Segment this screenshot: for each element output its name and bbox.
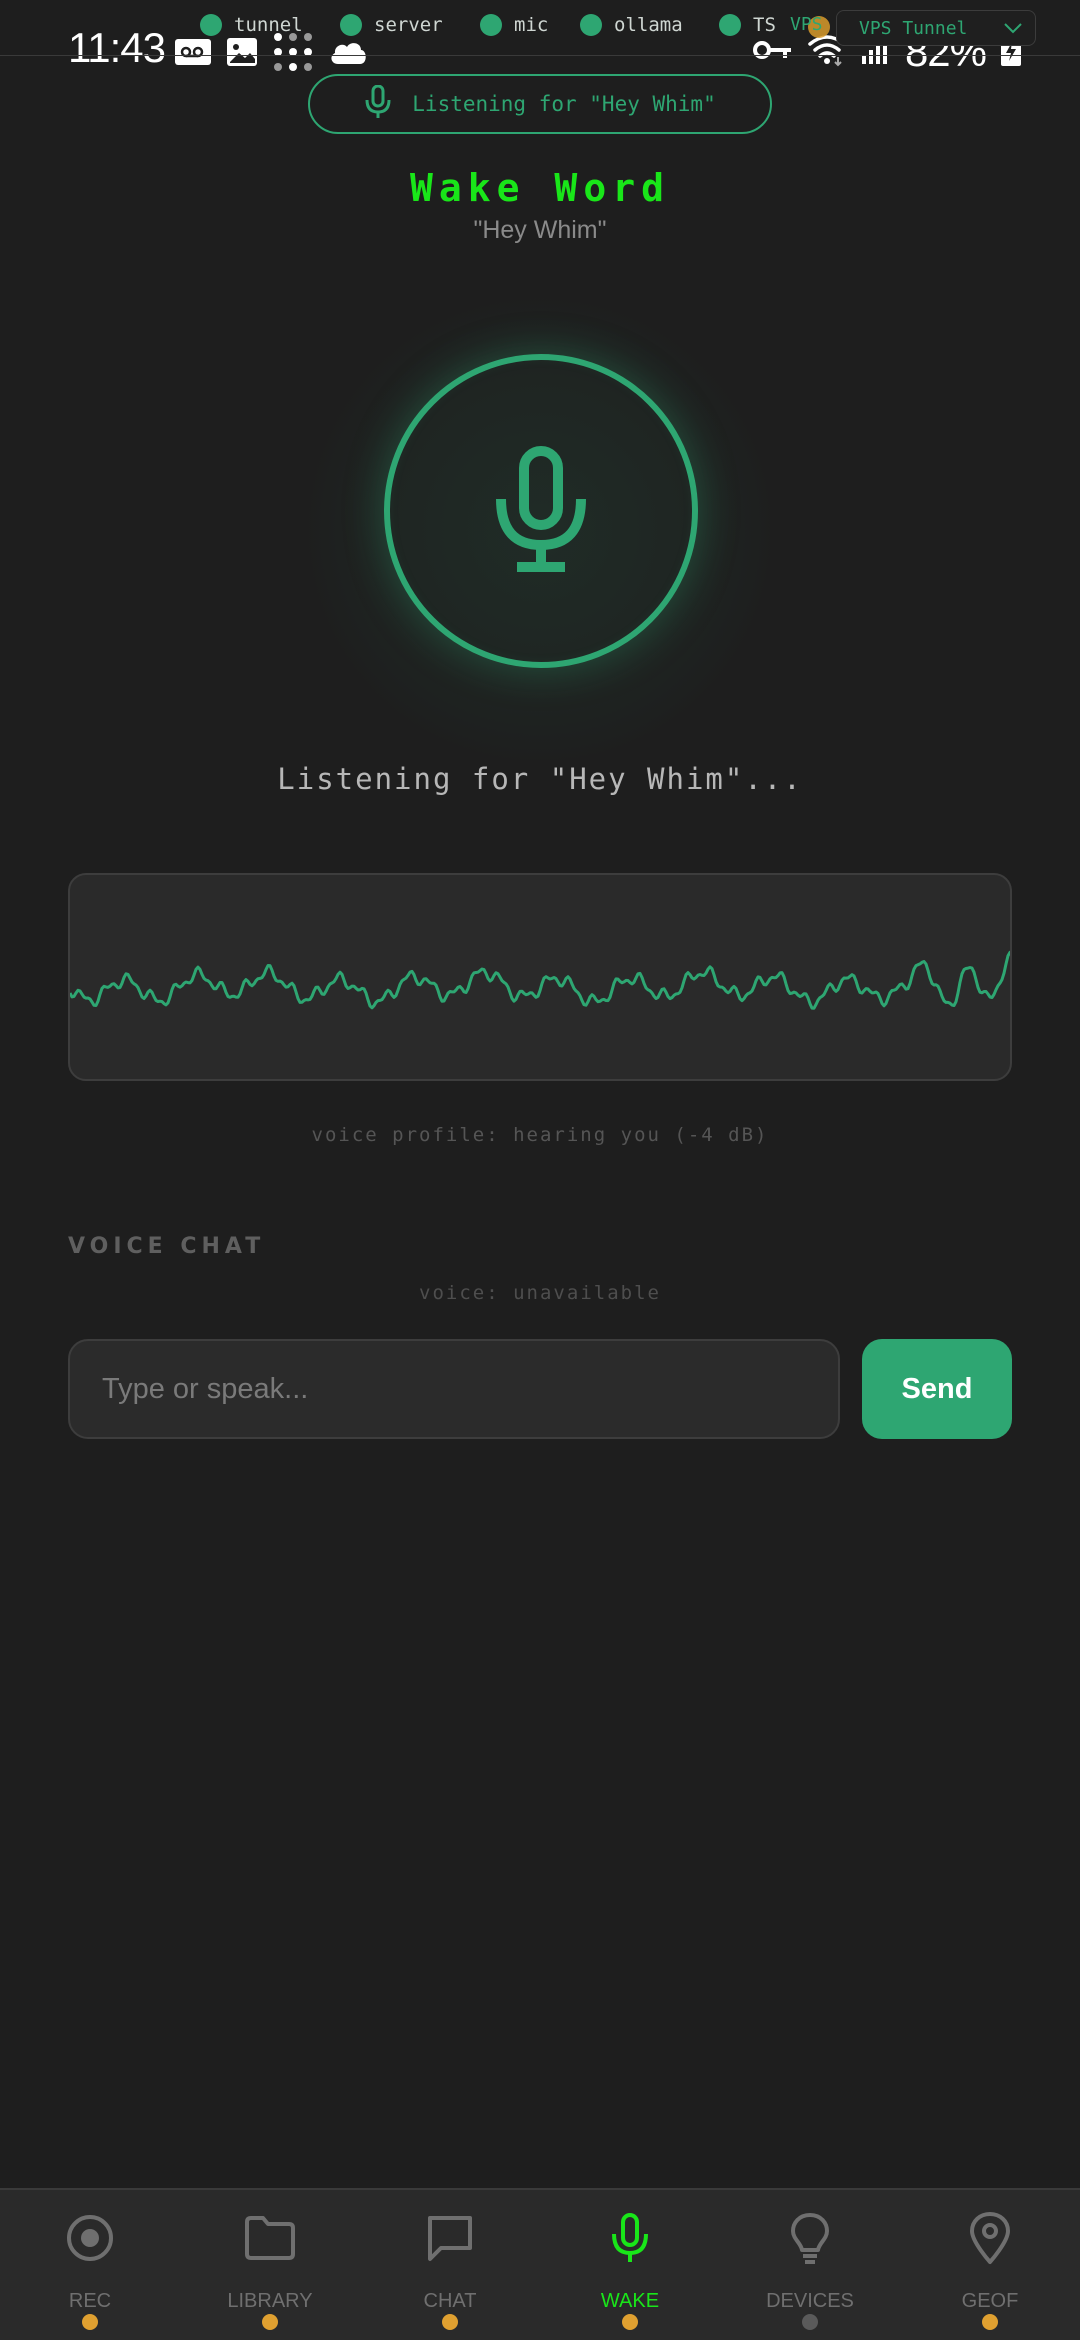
nav-status-dot [82,2314,98,2330]
status-dot [340,14,362,36]
vps-select-value: VPS Tunnel [859,17,968,39]
service-label: mic [514,14,549,36]
chat-message-input[interactable] [68,1339,840,1439]
service-mic: mic [480,14,548,36]
folder-icon [180,2210,360,2266]
voice-profile-status: voice profile: hearing you (-4 dB) [311,1124,769,1146]
service-server: server [340,14,443,36]
map-pin-icon [900,2210,1080,2266]
nav-item-devices[interactable]: DEVICES [720,2190,900,2340]
status-dot [200,14,222,36]
service-tunnel: tunnel [200,14,303,36]
nav-label: DEVICES [766,2290,854,2312]
vps-badge: VPS [790,14,823,35]
mic-icon [540,2210,720,2266]
vps-tunnel-select[interactable]: VPS Tunnel [836,10,1036,46]
nav-label: WAKE [600,2290,660,2312]
nav-status-dot [622,2314,638,2330]
page-title: Wake Word [410,166,670,210]
status-dot [580,14,602,36]
send-button[interactable]: Send [862,1339,1012,1439]
nav-label: CHAT [423,2290,477,2312]
listening-status-text: Listening for "Hey Whim"... [277,762,803,796]
nav-item-geof[interactable]: GEOF [900,2190,1080,2340]
nav-status-dot [982,2314,998,2330]
chat-bubble-icon [360,2210,540,2266]
service-ollama: ollama [580,14,683,36]
nav-item-library[interactable]: LIBRARY [180,2190,360,2340]
nav-item-chat[interactable]: CHAT [360,2190,540,2340]
nav-status-dot [442,2314,458,2330]
record-icon [0,2210,180,2266]
voice-chat-section-label: VOICE CHAT [68,1234,266,1259]
mic-icon [364,84,392,123]
nav-status-dot [262,2314,278,2330]
service-label: tunnel [234,14,303,36]
listening-pill-label: Listening for "Hey Whim" [412,92,716,116]
nav-label: REC [68,2290,112,2312]
wake-phrase: "Hey Whim" [473,216,607,244]
service-label: ollama [614,14,683,36]
service-status-strip: tunnel server mic ollama TS VPS VPS Tunn… [0,0,1080,56]
listening-indicator-pill[interactable]: Listening for "Hey Whim" [308,74,772,134]
nav-label: LIBRARY [227,2290,313,2312]
bottom-navigation: REC LIBRARY CHAT WAKE DEVICES GEOF [0,2188,1080,2340]
nav-item-rec[interactable]: REC [0,2190,180,2340]
lightbulb-icon [720,2210,900,2266]
waveform-line [70,950,1010,1010]
status-dot [480,14,502,36]
service-label: TS [753,14,776,36]
voice-availability-status: voice: unavailable [419,1282,661,1304]
audio-waveform [68,873,1012,1081]
service-ts: TS [719,14,776,36]
nav-label: GEOF [961,2290,1019,2312]
nav-item-wake[interactable]: WAKE [540,2190,720,2340]
service-label: server [374,14,443,36]
status-dot [719,14,741,36]
mic-icon [495,445,587,577]
nav-status-dot [802,2314,818,2330]
chevron-down-icon [1004,23,1022,34]
wake-mic-button[interactable] [384,354,698,668]
